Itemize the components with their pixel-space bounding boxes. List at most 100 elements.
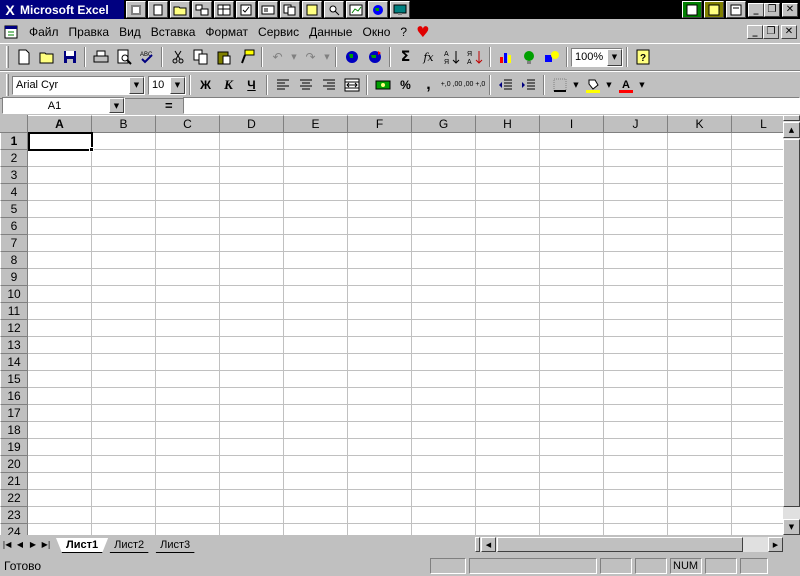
row-header-20[interactable]: 20	[0, 456, 28, 473]
underline-button[interactable]: Ч	[240, 74, 263, 96]
tab-split-box[interactable]	[475, 537, 480, 552]
workbook-icon[interactable]	[2, 23, 20, 41]
taskbar-extra-icon-3[interactable]	[726, 1, 746, 18]
sheet-tab-1[interactable]: Лист1	[56, 538, 108, 553]
column-header-f[interactable]: F	[348, 115, 412, 133]
menu-data[interactable]: Данные	[304, 25, 357, 39]
taskbar-extra-icon-2[interactable]	[704, 1, 724, 18]
copy-icon[interactable]	[189, 46, 212, 68]
font-name-dropdown-icon[interactable]: ▼	[129, 76, 144, 94]
row-header-16[interactable]: 16	[0, 388, 28, 405]
office-assistant-icon[interactable]: ?	[631, 46, 654, 68]
row-header-21[interactable]: 21	[0, 473, 28, 490]
prev-sheet-icon[interactable]: ◀	[14, 537, 26, 551]
row-header-17[interactable]: 17	[0, 405, 28, 422]
minimize-button[interactable]: _	[748, 2, 764, 17]
taskbar-copy-icon[interactable]	[280, 1, 300, 18]
toolbar-grip[interactable]	[6, 46, 9, 68]
taskbar-globe-icon[interactable]	[368, 1, 388, 18]
column-header-l[interactable]: L	[732, 115, 783, 133]
row-header-11[interactable]: 11	[0, 303, 28, 320]
sheet-tab-2[interactable]: Лист2	[104, 538, 154, 553]
vertical-split-box[interactable]	[783, 115, 800, 121]
font-size-dropdown-icon[interactable]: ▼	[170, 76, 185, 94]
heart-icon[interactable]: ♥	[416, 23, 429, 41]
row-header-7[interactable]: 7	[0, 235, 28, 252]
save-icon[interactable]	[58, 46, 81, 68]
font-size-select[interactable]: 10 ▼	[148, 75, 186, 95]
doc-restore-button[interactable]: ❐	[763, 24, 779, 39]
next-sheet-icon[interactable]: ▶	[27, 537, 39, 551]
cut-icon[interactable]	[166, 46, 189, 68]
menu-help[interactable]: ?	[395, 25, 412, 39]
taskbar-folder-icon[interactable]	[170, 1, 190, 18]
column-header-a[interactable]: A	[28, 115, 92, 133]
font-color-dropdown-icon[interactable]: ▼	[637, 81, 647, 89]
row-header-18[interactable]: 18	[0, 422, 28, 439]
row-header-13[interactable]: 13	[0, 337, 28, 354]
column-header-c[interactable]: C	[156, 115, 220, 133]
decrease-decimal-button[interactable]: ,00 +,0	[463, 74, 486, 96]
redo-icon[interactable]: ↷	[299, 46, 322, 68]
toolbar-grip[interactable]	[6, 74, 9, 96]
taskbar-table-icon[interactable]	[214, 1, 234, 18]
row-header-1[interactable]: 1	[0, 133, 28, 150]
scroll-right-icon[interactable]: ▶	[768, 537, 783, 552]
row-header-12[interactable]: 12	[0, 320, 28, 337]
row-header-3[interactable]: 3	[0, 167, 28, 184]
doc-close-button[interactable]: ✕	[781, 24, 797, 39]
select-all-corner[interactable]	[0, 115, 28, 133]
column-header-b[interactable]: B	[92, 115, 156, 133]
first-sheet-icon[interactable]: |◀	[1, 537, 13, 551]
row-header-23[interactable]: 23	[0, 507, 28, 524]
taskbar-note-icon[interactable]	[302, 1, 322, 18]
increase-indent-icon[interactable]	[517, 74, 540, 96]
chart-wizard-icon[interactable]	[494, 46, 517, 68]
taskbar-doc-icon[interactable]	[148, 1, 168, 18]
undo-dropdown-icon[interactable]: ▼	[289, 53, 299, 61]
taskbar-extra-icon-1[interactable]	[682, 1, 702, 18]
scroll-left-icon[interactable]: ◀	[481, 537, 496, 552]
close-button[interactable]: ✕	[782, 2, 798, 17]
font-name-select[interactable]: Arial Cyr ▼	[12, 75, 145, 95]
taskbar-chart-icon[interactable]	[346, 1, 366, 18]
horizontal-scrollbar[interactable]: ◀ ▶	[475, 537, 783, 552]
formula-equals-button[interactable]: =	[165, 98, 173, 113]
merge-center-icon[interactable]	[340, 74, 363, 96]
taskbar-search-icon[interactable]	[324, 1, 344, 18]
restore-button[interactable]: ❐	[764, 2, 780, 17]
row-header-24[interactable]: 24	[0, 524, 28, 535]
drawing-icon[interactable]	[540, 46, 563, 68]
column-header-g[interactable]: G	[412, 115, 476, 133]
borders-icon[interactable]	[548, 74, 571, 96]
doc-minimize-button[interactable]: _	[747, 24, 763, 39]
font-color-icon[interactable]: A	[614, 74, 637, 96]
fill-color-icon[interactable]	[581, 74, 604, 96]
menu-insert[interactable]: Вставка	[146, 25, 201, 39]
taskbar-app-icon[interactable]	[126, 1, 146, 18]
web-toolbar-icon[interactable]	[363, 46, 386, 68]
last-sheet-icon[interactable]: ▶|	[40, 537, 52, 551]
align-right-icon[interactable]	[317, 74, 340, 96]
row-header-19[interactable]: 19	[0, 439, 28, 456]
formula-input[interactable]	[183, 97, 800, 114]
redo-dropdown-icon[interactable]: ▼	[322, 53, 332, 61]
align-left-icon[interactable]	[271, 74, 294, 96]
row-header-8[interactable]: 8	[0, 252, 28, 269]
menu-file[interactable]: Файл	[24, 25, 64, 39]
sort-ascending-icon[interactable]: AЯ	[440, 46, 463, 68]
fill-handle[interactable]	[89, 147, 94, 152]
autosum-icon[interactable]: Σ	[394, 46, 417, 68]
align-center-icon[interactable]	[294, 74, 317, 96]
print-icon[interactable]	[89, 46, 112, 68]
column-header-h[interactable]: H	[476, 115, 540, 133]
sort-descending-icon[interactable]: ЯA	[463, 46, 486, 68]
function-wizard-icon[interactable]: fx	[417, 46, 440, 68]
row-header-2[interactable]: 2	[0, 150, 28, 167]
column-header-k[interactable]: K	[668, 115, 732, 133]
spreadsheet-grid[interactable]: ABCDEFGHIJKL 1 2 3 4 5 6 7 8 9 10 11 12 13 14 15 16 17 18…	[0, 115, 783, 535]
comma-style-button[interactable]: ,	[417, 74, 440, 96]
vertical-scroll-thumb[interactable]	[783, 139, 800, 507]
print-preview-icon[interactable]	[112, 46, 135, 68]
row-header-5[interactable]: 5	[0, 201, 28, 218]
